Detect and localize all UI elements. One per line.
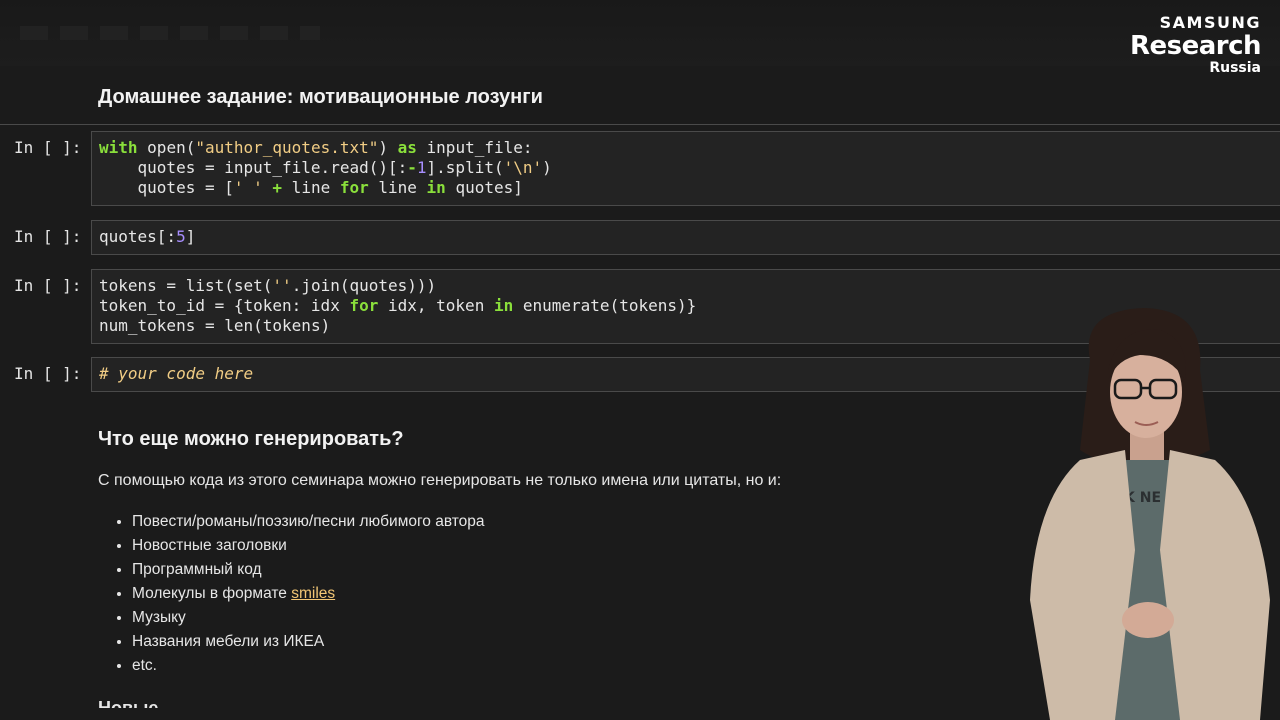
code-token: line <box>368 178 427 197</box>
list-item-text: Программный код <box>132 561 262 578</box>
section-heading: Что еще можно генерировать? <box>98 428 404 450</box>
code-token: .join(quotes))) <box>291 276 437 295</box>
code-token: ( <box>185 138 196 157</box>
ideas-list: Повести/романы/поэзию/песни любимого авт… <box>112 510 485 678</box>
logo-line-3: Russia <box>1209 60 1261 76</box>
code-token: quotes] <box>445 178 523 197</box>
samsung-research-logo: SAMSUNG Research Russia <box>1129 13 1262 77</box>
code-token: list <box>185 276 225 295</box>
cell-prompt-1: In [ ]: <box>14 138 82 157</box>
code-token: '' <box>272 276 292 295</box>
code-token: ) <box>378 138 398 157</box>
code-token: ( <box>224 276 234 295</box>
code-token: in <box>493 296 514 315</box>
list-item-text: Музыку <box>132 609 186 626</box>
logo-line-1: SAMSUNG <box>1159 13 1261 32</box>
list-item: Музыку <box>132 606 485 630</box>
list-item-text: Молекулы в формате <box>132 585 292 602</box>
list-item-text: Повести/романы/поэзию/песни любимого авт… <box>132 513 485 530</box>
code-token: token_to_id = {token: idx <box>99 296 350 315</box>
code-token: for <box>349 296 379 315</box>
code-token: tokens = <box>99 276 186 295</box>
list-item: Молекулы в формате smiles <box>132 582 485 606</box>
code-token: as <box>397 138 417 157</box>
code-cell-2-source[interactable]: quotes[:5] <box>99 227 1273 247</box>
code-token: for <box>339 178 369 197</box>
code-token: open <box>147 138 186 157</box>
code-token: ' ' <box>233 178 263 197</box>
code-token: "author_quotes.txt" <box>195 138 379 157</box>
code-cell-1[interactable]: with open("author_quotes.txt") as input_… <box>91 131 1280 206</box>
smiles-link[interactable]: smiles <box>291 585 335 602</box>
cell-prompt-2: In [ ]: <box>14 227 82 246</box>
code-token: ].split( <box>426 158 504 177</box>
code-token: # your code here <box>99 364 254 383</box>
presenter-figure: K NE OM <box>1030 308 1270 720</box>
code-token: 1 <box>416 158 427 177</box>
code-token: with <box>99 138 138 157</box>
list-item-text: Названия мебели из ИКЕА <box>132 633 325 650</box>
cutoff-heading: Новые <box>98 698 158 708</box>
list-item: Новостные заголовки <box>132 534 485 558</box>
code-cell-1-source[interactable]: with open("author_quotes.txt") as input_… <box>99 138 1273 198</box>
toolbar-ghost <box>20 26 320 40</box>
code-token: (tokens) <box>253 316 331 335</box>
code-token: line <box>282 178 340 197</box>
code-token: num_tokens = <box>99 316 225 335</box>
list-item: Повести/романы/поэзию/песни любимого авт… <box>132 510 485 534</box>
code-cell-2[interactable]: quotes[:5] <box>91 220 1280 255</box>
list-item: Названия мебели из ИКЕА <box>132 630 485 654</box>
code-token: set <box>233 276 263 295</box>
section-intro: С помощью кода из этого семинара можно г… <box>98 472 782 489</box>
code-token: ] <box>185 227 196 246</box>
code-token: ( <box>262 276 273 295</box>
cell-divider <box>0 124 1280 125</box>
code-token: + <box>272 178 283 197</box>
code-token: 5 <box>176 227 186 246</box>
logo-line-2: Research <box>1129 31 1262 61</box>
list-item: Программный код <box>132 558 485 582</box>
list-item-text: Новостные заголовки <box>132 537 287 554</box>
code-token: quotes = input_file.read()[: <box>99 158 408 177</box>
homework-heading: Домашнее задание: мотивационные лозунги <box>98 86 543 108</box>
cell-prompt-3: In [ ]: <box>14 276 82 295</box>
list-item-text: etc. <box>132 657 157 674</box>
code-token: input_file: <box>416 138 533 157</box>
code-token: quotes[: <box>99 227 177 246</box>
code-token: idx, token <box>378 296 494 315</box>
code-token: ) <box>542 158 552 177</box>
code-token: len <box>224 316 254 335</box>
code-token: '\n' <box>503 158 543 177</box>
code-token: in <box>426 178 446 197</box>
code-token: quotes = [ <box>99 178 234 197</box>
cell-prompt-4: In [ ]: <box>14 364 82 383</box>
code-token: - <box>407 158 417 177</box>
code-token: enumerate <box>522 296 610 315</box>
code-token: (tokens)} <box>609 296 697 315</box>
list-item: etc. <box>132 654 485 678</box>
top-bar <box>0 0 1280 66</box>
